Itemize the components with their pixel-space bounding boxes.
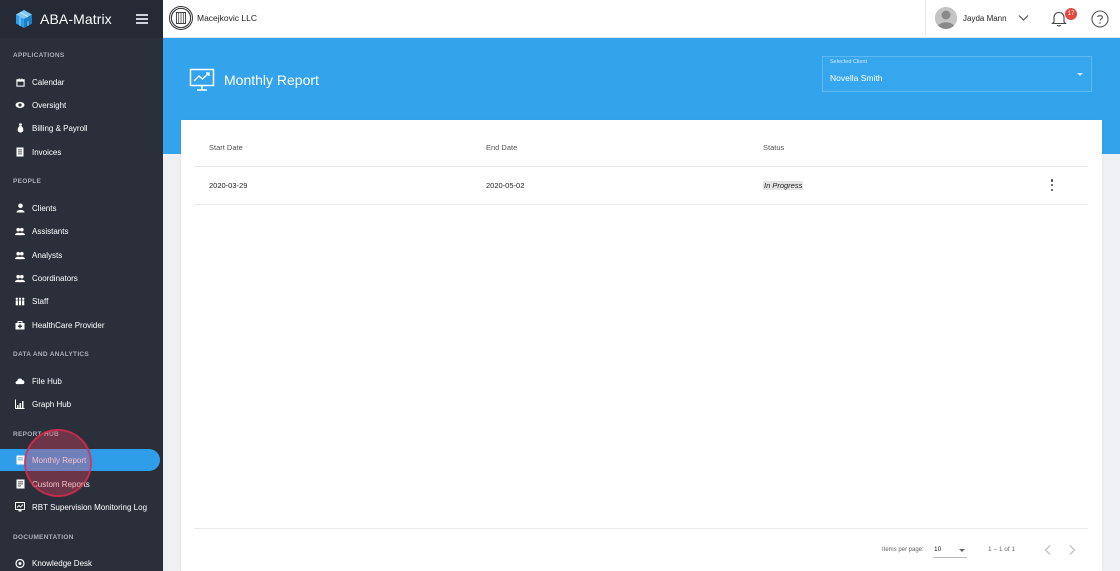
section-title-applications: APPLICATIONS [13, 52, 65, 59]
sidebar-item-graph-hub[interactable]: Graph Hub [0, 393, 160, 415]
company-logo-icon[interactable] [169, 6, 193, 30]
staff-icon [15, 296, 25, 306]
money-bag-icon [15, 123, 25, 133]
company-name[interactable]: Macejkovic LLC [197, 13, 257, 23]
sidebar-item-label: RBT Supervision Monitoring Log [32, 502, 148, 512]
paginator: Items per page: 10 1 – 1 of 1 [181, 528, 1102, 571]
sidebar-item-label: Analysts [32, 250, 63, 260]
paginator-divider [195, 528, 1088, 529]
invoice-icon [15, 147, 25, 157]
sidebar-item-label: Custom Reports [32, 479, 90, 489]
users-icon [15, 226, 25, 236]
sidebar-item-monthly-report[interactable]: Monthly Report [0, 449, 160, 471]
column-header-start-date[interactable]: Start Date [209, 143, 243, 152]
sidebar-item-oversight[interactable]: Oversight [0, 94, 160, 116]
row-divider [195, 204, 1088, 205]
report-icon [15, 455, 25, 465]
monitor-icon [15, 502, 25, 512]
app-name: ABA-Matrix [40, 11, 112, 27]
sidebar-item-label: Assistants [32, 226, 69, 236]
items-per-page-caret-icon[interactable] [959, 549, 965, 552]
sidebar-item-label: Staff [32, 296, 49, 306]
sidebar-item-analysts[interactable]: Analysts [0, 244, 160, 266]
sidebar-item-file-hub[interactable]: File Hub [0, 370, 160, 392]
help-icon[interactable] [1091, 10, 1109, 28]
calendar-icon [15, 77, 25, 87]
report-table-card: Start Date End Date Status 2020-03-29 20… [181, 120, 1102, 571]
monitor-chart-icon [189, 68, 215, 91]
user-icon [15, 203, 25, 213]
next-page-icon[interactable] [1067, 544, 1077, 556]
sidebar-item-label: Billing & Payroll [32, 123, 88, 133]
sidebar-item-label: File Hub [32, 376, 62, 386]
sidebar-item-invoices[interactable]: Invoices [0, 141, 160, 163]
sidebar-item-label: Knowledge Desk [32, 558, 93, 568]
section-title-people: PEOPLE [13, 178, 42, 185]
client-select-label: Selected Client [830, 59, 867, 65]
section-title-report-hub: REPORT HUB [13, 431, 59, 438]
cube-logo-icon [16, 10, 32, 28]
sidebar-item-label: Clients [32, 203, 57, 213]
sidebar-item-assistants[interactable]: Assistants [0, 220, 160, 242]
cell-end-date: 2020-05-02 [486, 181, 525, 190]
sidebar: ABA-Matrix APPLICATIONS Calendar Oversig… [0, 0, 163, 571]
sidebar-item-coordinators[interactable]: Coordinators [0, 267, 160, 289]
sidebar-item-label: Monthly Report [32, 455, 87, 465]
medical-bag-icon [15, 320, 25, 330]
top-bar: Macejkovic LLC Jayda Mann 17 [163, 0, 1120, 38]
previous-page-icon[interactable] [1043, 544, 1053, 556]
sidebar-item-knowledge-desk[interactable]: Knowledge Desk [0, 552, 160, 571]
sidebar-item-label: Oversight [32, 100, 67, 110]
menu-toggle-icon[interactable] [136, 14, 148, 24]
column-header-status[interactable]: Status [763, 143, 784, 152]
more-options-icon[interactable] [1047, 178, 1057, 192]
sidebar-item-billing-payroll[interactable]: Billing & Payroll [0, 117, 160, 139]
header-divider [195, 166, 1088, 167]
sidebar-item-custom-reports[interactable]: Custom Reports [0, 473, 160, 495]
cell-start-date: 2020-03-29 [209, 181, 248, 190]
section-title-documentation: DOCUMENTATION [13, 534, 74, 541]
client-select[interactable]: Selected Client Novella Smith [822, 56, 1092, 92]
sidebar-item-clients[interactable]: Clients [0, 197, 160, 219]
knowledge-icon [15, 558, 25, 568]
sidebar-item-calendar[interactable]: Calendar [0, 71, 160, 93]
sidebar-item-label: HealthCare Provider [32, 320, 105, 330]
user-menu[interactable]: Jayda Mann 17 [925, 0, 1120, 38]
status-badge: In Progress [763, 181, 804, 190]
client-select-value[interactable]: Novella Smith [830, 73, 882, 83]
avatar[interactable] [935, 7, 957, 29]
page-range-label: 1 – 1 of 1 [988, 546, 1016, 553]
document-icon [15, 479, 25, 489]
users-icon [15, 273, 25, 283]
users-icon [15, 250, 25, 260]
sidebar-item-label: Graph Hub [32, 399, 72, 409]
chart-icon [15, 399, 25, 409]
sidebar-item-healthcare-provider[interactable]: HealthCare Provider [0, 314, 160, 336]
dropdown-caret-icon[interactable] [1077, 73, 1083, 76]
notification-badge[interactable]: 17 [1065, 8, 1077, 20]
eye-icon [15, 100, 25, 110]
user-name[interactable]: Jayda Mann [963, 14, 1007, 23]
sidebar-item-label: Coordinators [32, 273, 78, 283]
chevron-down-icon[interactable] [1018, 14, 1029, 22]
sidebar-item-rbt-supervision-log[interactable]: RBT Supervision Monitoring Log [0, 496, 160, 518]
sidebar-item-staff[interactable]: Staff [0, 290, 160, 312]
column-header-end-date[interactable]: End Date [486, 143, 517, 152]
items-per-page-label: Items per page: [882, 547, 924, 553]
items-per-page-underline [933, 557, 967, 558]
items-per-page-select[interactable]: 10 [934, 546, 941, 553]
page-title: Monthly Report [224, 72, 319, 88]
sidebar-item-label: Invoices [32, 147, 62, 157]
sidebar-item-label: Calendar [32, 77, 65, 87]
section-title-data-analytics: DATA AND ANALYTICS [13, 351, 90, 358]
cloud-icon [15, 376, 25, 386]
